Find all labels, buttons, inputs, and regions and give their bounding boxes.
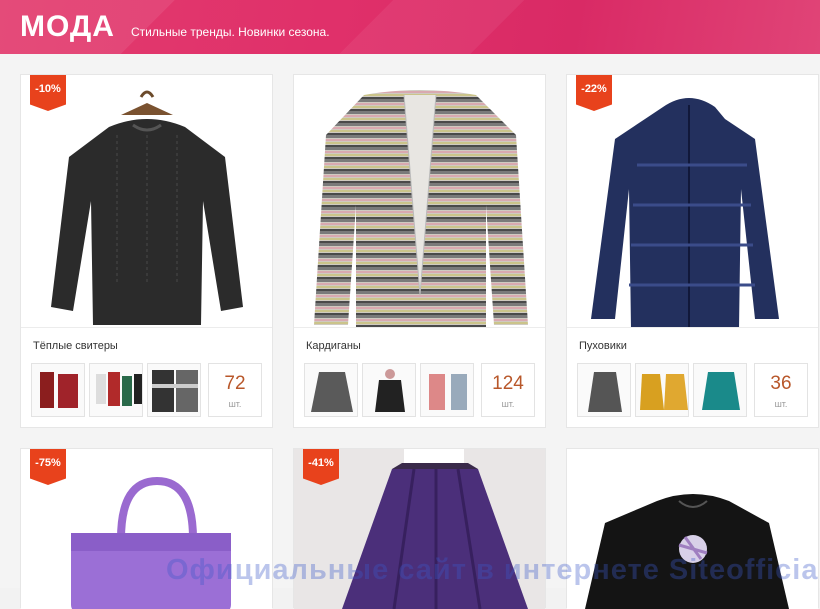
category-title[interactable]: Пуховики [579,340,627,352]
thumbnail-sweater-stripes[interactable] [147,363,201,417]
item-count-unit: шт. [228,399,242,409]
discount-badge: -10% [30,75,66,111]
category-title[interactable]: Кардиганы [306,340,361,352]
product-image-cardigan[interactable] [294,75,545,327]
thumbnail-jacket-yellow[interactable] [635,363,689,417]
thumbnail-jacket-grey[interactable] [577,363,631,417]
thumbnail-row [304,363,474,417]
watermark-text: Официальные сайт в интернете Siteofficia… [166,554,820,586]
item-count[interactable]: 124 шт. [481,363,535,417]
discount-badge: -41% [303,449,339,485]
item-count[interactable]: 36 шт. [754,363,808,417]
thumbnail-cardigan-grey[interactable] [304,363,358,417]
header-banner: МОДА Стильные тренды. Новинки сезона. [0,0,820,54]
category-info: Кардиганы 124 шт. [294,327,545,429]
item-count-unit: шт. [774,399,788,409]
product-image-puffer-jacket[interactable] [567,75,818,327]
thumbnail-row [577,363,747,417]
item-count[interactable]: 72 шт. [208,363,262,417]
site-logo[interactable]: МОДА [20,10,115,44]
product-image-sweater[interactable] [21,75,272,327]
thumbnail-row [31,363,201,417]
category-title[interactable]: Тёплые свитеры [33,340,118,352]
item-count-number: 72 [224,373,246,394]
category-card-cardigans[interactable]: Кардиганы 124 шт. [293,74,546,428]
category-card-sweaters[interactable]: -10% Тёплые свитеры 72 шт. [20,74,273,428]
item-count-unit: шт. [501,399,515,409]
thumbnail-cardigan-black[interactable] [362,363,416,417]
item-count-number: 124 [492,373,524,394]
thumbnail-jacket-teal[interactable] [693,363,747,417]
thumbnail-cardigan-pattern[interactable] [420,363,474,417]
category-info: Пуховики 36 шт. [567,327,818,429]
discount-badge: -75% [30,449,66,485]
thumbnail-sweater-mixed[interactable] [89,363,143,417]
discount-badge: -22% [576,75,612,111]
item-count-number: 36 [770,373,792,394]
product-grid: -10% Тёплые свитеры 72 шт. Кардиганы 124… [0,54,820,609]
thumbnail-sweater-red[interactable] [31,363,85,417]
site-tagline: Стильные тренды. Новинки сезона. [131,25,330,39]
category-info: Тёплые свитеры 72 шт. [21,327,272,429]
category-card-down-jackets[interactable]: -22% Пуховики 36 шт. [566,74,819,428]
